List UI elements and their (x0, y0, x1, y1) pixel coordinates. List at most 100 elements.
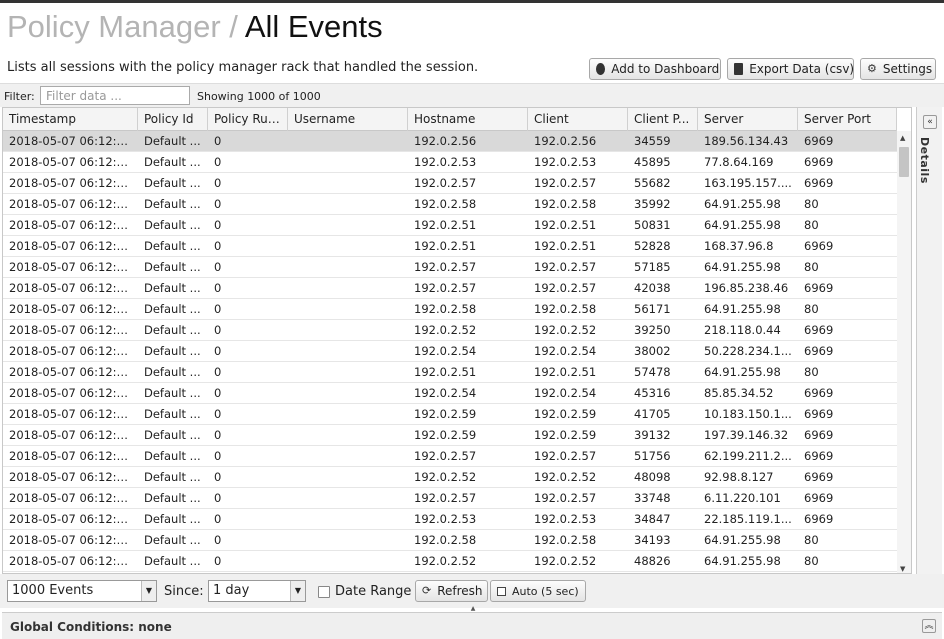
cell-timestamp: 2018-05-07 06:12:3... (9, 512, 135, 526)
cell-client-port: 34559 (634, 134, 671, 148)
collapse-left-icon[interactable]: « (923, 115, 937, 129)
table-row[interactable]: 2018-05-07 06:12:3... Default ... 0 192.0.2… (3, 362, 897, 383)
table-row[interactable]: 2018-05-07 06:12:3... Default ... 0 192.0.2… (3, 551, 897, 572)
column-header-policy-id[interactable]: Policy Id (138, 108, 208, 131)
table-row[interactable]: 2018-05-07 06:12:4... Default ... 0 192.0.2… (3, 299, 897, 320)
cell-username (288, 194, 408, 214)
expand-up-icon[interactable]: ︽ (922, 619, 936, 633)
table-row[interactable]: 2018-05-07 06:12:4... Default ... 0 192.0.2… (3, 152, 897, 173)
cell-hostname: 192.0.2.54 (414, 386, 477, 400)
app-window: Policy Manager / All Events Lists all se… (0, 0, 944, 639)
cell-server: 196.85.238.46 (704, 281, 789, 295)
cell-server: 64.91.255.98 (704, 218, 781, 232)
table-row[interactable]: 2018-05-07 06:12:3... Default ... 0 192.0.2… (3, 446, 897, 467)
details-label[interactable]: Details (918, 137, 931, 184)
auto-refresh-button[interactable]: Auto (5 sec) (490, 580, 586, 602)
cell-policy-id: Default ... (144, 407, 201, 421)
table-row[interactable]: 2018-05-07 06:12:3... Default ... 0 192.0.2… (3, 341, 897, 362)
cell-hostname: 192.0.2.58 (414, 533, 477, 547)
breadcrumb-policy-manager[interactable]: Policy Manager (7, 9, 221, 44)
cell-username (288, 131, 408, 151)
cell-timestamp: 2018-05-07 06:12:3... (9, 554, 135, 568)
table-row[interactable]: 2018-05-07 06:12:4... Default ... 0 192.0.2… (3, 257, 897, 278)
cell-policy-id: Default ... (144, 428, 201, 442)
filter-input[interactable] (40, 86, 190, 105)
table-row[interactable]: 2018-05-07 06:12:4... Default ... 0 192.0.2… (3, 131, 897, 152)
cell-username (288, 257, 408, 277)
column-header-server-port[interactable]: Server Port (798, 108, 897, 131)
date-range-label[interactable]: Date Range (335, 584, 411, 599)
table-row[interactable]: 2018-05-07 06:12:3... Default ... 0 192.0.2… (3, 488, 897, 509)
cell-server: 62.199.211.2... (704, 449, 792, 463)
export-data-button[interactable]: ↗ Export Data (csv) (727, 58, 854, 80)
refresh-button[interactable]: ⟳ Refresh (415, 580, 488, 602)
cell-server-port: 6969 (804, 176, 834, 190)
cell-hostname: 192.0.2.53 (414, 512, 477, 526)
table-row[interactable]: 2018-05-07 06:12:3... Default ... 0 192.0.2… (3, 467, 897, 488)
cell-policy-rule: 0 (214, 197, 222, 211)
cell-server: 92.98.8.127 (704, 470, 774, 484)
table-row[interactable]: 2018-05-07 06:12:4... Default ... 0 192.0.2… (3, 215, 897, 236)
export-data-label: Export Data (csv) (749, 62, 855, 76)
filter-label: Filter: (4, 90, 35, 103)
cell-policy-id: Default ... (144, 491, 201, 505)
table-row[interactable]: 2018-05-07 06:12:4... Default ... 0 192.0.2… (3, 194, 897, 215)
cell-server-port: 6969 (804, 134, 834, 148)
scroll-thumb[interactable] (899, 147, 909, 177)
column-header-client[interactable]: Client (528, 108, 628, 131)
date-range-checkbox[interactable] (318, 586, 330, 598)
column-header-username[interactable]: Username (288, 108, 408, 131)
cell-timestamp: 2018-05-07 06:12:4... (9, 155, 135, 169)
cell-hostname: 192.0.2.57 (414, 281, 477, 295)
table-row[interactable]: 2018-05-07 06:12:3... Default ... 0 192.0.2… (3, 383, 897, 404)
cell-client: 192.0.2.52 (534, 554, 597, 568)
global-conditions-bar[interactable]: Global Conditions: none ︽ (2, 612, 942, 639)
cell-client: 192.0.2.52 (534, 323, 597, 337)
cell-server-port: 6969 (804, 344, 834, 358)
column-header-server[interactable]: Server (698, 108, 798, 131)
cell-client-port: 48826 (634, 554, 671, 568)
cell-client-port: 39132 (634, 428, 671, 442)
table-row[interactable]: 2018-05-07 06:12:3... Default ... 0 192.0.2… (3, 509, 897, 530)
table-row[interactable]: 2018-05-07 06:12:4... Default ... 0 192.0.2… (3, 278, 897, 299)
events-limit-select[interactable]: 1000 Events ▼ (7, 580, 157, 602)
cell-policy-rule: 0 (214, 260, 222, 274)
cell-hostname: 192.0.2.59 (414, 407, 477, 421)
column-header-client-port[interactable]: Client P... (628, 108, 698, 131)
cell-timestamp: 2018-05-07 06:12:3... (9, 428, 135, 442)
vertical-scrollbar[interactable]: ▲ ▼ (897, 131, 911, 573)
cell-client: 192.0.2.54 (534, 386, 597, 400)
table-row[interactable]: 2018-05-07 06:12:3... Default ... 0 192.0.2… (3, 530, 897, 551)
table-row[interactable]: 2018-05-07 06:12:3... Default ... 0 192.0.2… (3, 425, 897, 446)
cell-timestamp: 2018-05-07 06:12:3... (9, 344, 135, 358)
cell-server: 50.228.234.1... (704, 344, 792, 358)
cell-timestamp: 2018-05-07 06:12:4... (9, 239, 135, 253)
cell-client: 192.0.2.53 (534, 512, 597, 526)
cell-client: 192.0.2.52 (534, 470, 597, 484)
cell-policy-id: Default ... (144, 449, 201, 463)
cell-client-port: 41705 (634, 407, 671, 421)
table-row[interactable]: 2018-05-07 06:12:4... Default ... 0 192.0.2… (3, 173, 897, 194)
gear-icon: ⚙ (867, 62, 877, 75)
scroll-down-icon[interactable]: ▼ (900, 565, 905, 573)
table-row[interactable]: 2018-05-07 06:12:4... Default ... 0 192.0.2… (3, 320, 897, 341)
cell-policy-id: Default ... (144, 239, 201, 253)
column-header-hostname[interactable]: Hostname (408, 108, 528, 131)
column-header-timestamp[interactable]: Timestamp (3, 108, 138, 131)
table-row[interactable]: 2018-05-07 06:12:4... Default ... 0 192.0.2… (3, 236, 897, 257)
table-row[interactable]: 2018-05-07 06:12:3... Default ... 0 192.0.2… (3, 404, 897, 425)
details-panel: « Details (916, 107, 942, 574)
column-header-policy-rule[interactable]: Policy Rul... (208, 108, 288, 131)
cell-hostname: 192.0.2.59 (414, 428, 477, 442)
settings-button[interactable]: ⚙ Settings (860, 58, 936, 80)
cell-policy-id: Default ... (144, 281, 201, 295)
scroll-up-icon[interactable]: ▲ (900, 134, 905, 142)
cell-server: 64.91.255.98 (704, 197, 781, 211)
auto-refresh-checkbox[interactable] (497, 586, 506, 596)
cell-username (288, 362, 408, 382)
cell-policy-rule: 0 (214, 344, 222, 358)
cell-client-port: 45316 (634, 386, 671, 400)
since-select[interactable]: 1 day ▼ (208, 580, 306, 602)
add-to-dashboard-button[interactable]: + Add to Dashboard (589, 58, 721, 80)
cell-timestamp: 2018-05-07 06:12:3... (9, 449, 135, 463)
